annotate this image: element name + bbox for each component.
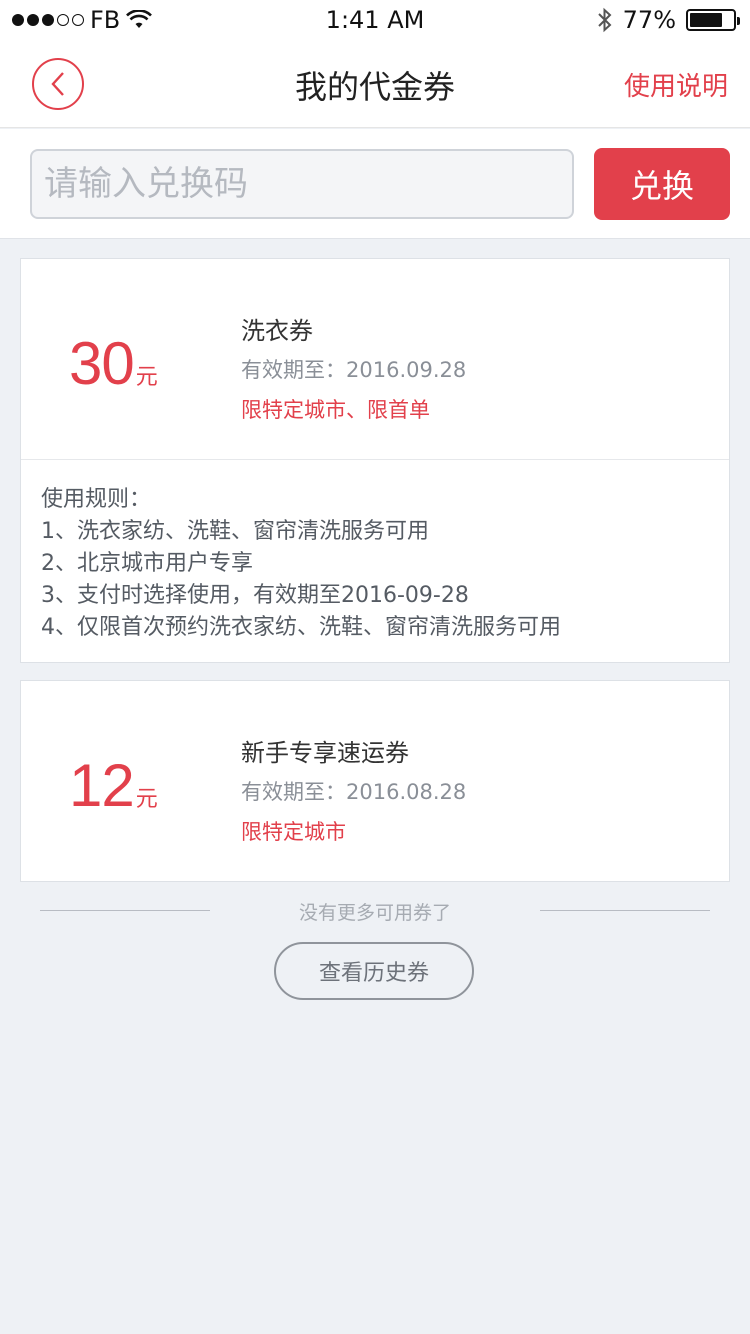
divider-right (540, 910, 710, 911)
coupon-rules: 使用规则： 1、洗衣家纺、洗鞋、窗帘清洗服务可用 2、北京城市用户专享 3、支付… (21, 459, 729, 662)
redeem-bar: 兑换 (0, 129, 750, 239)
coupon-amount: 30 元 (69, 329, 158, 398)
coupon-amount-value: 12 (69, 752, 135, 819)
coupon-info: 洗衣券 有效期至：2016.09.28 限特定城市、限首单 (241, 311, 466, 424)
battery-fill (690, 13, 723, 27)
coupon-card[interactable]: 30 元 洗衣券 有效期至：2016.09.28 限特定城市、限首单 使用规则：… (20, 258, 730, 663)
coupon-info: 新手专享速运券 有效期至：2016.08.28 限特定城市 (241, 733, 466, 846)
coupon-name: 新手专享速运券 (241, 739, 409, 767)
rule-item: 1、洗衣家纺、洗鞋、窗帘清洗服务可用 (41, 519, 429, 544)
coupon-restriction: 限特定城市 (241, 820, 346, 844)
no-more-coupons-text: 没有更多可用券了 (298, 902, 451, 924)
battery-percent: 77% (622, 6, 676, 34)
view-history-button[interactable]: 查看历史券 (274, 942, 474, 1000)
rules-title: 使用规则： (41, 487, 152, 512)
coupon-validity: 有效期至：2016.08.28 (241, 780, 467, 804)
coupon-card[interactable]: 12 元 新手专享速运券 有效期至：2016.08.28 限特定城市 (20, 680, 730, 882)
end-of-list: 没有更多可用券了 (40, 898, 710, 924)
coupon-amount-unit: 元 (135, 787, 158, 812)
redeem-button[interactable]: 兑换 (594, 148, 730, 220)
redeem-code-input[interactable] (30, 149, 574, 219)
coupon-amount-value: 30 (69, 330, 135, 397)
rule-item: 3、支付时选择使用，有效期至2016-09-28 (41, 583, 469, 608)
bluetooth-icon (597, 7, 612, 33)
status-bar: FB 1:41 AM 77% (0, 0, 750, 40)
coupon-name: 洗衣券 (241, 317, 313, 345)
rule-item: 2、北京城市用户专享 (41, 551, 253, 576)
coupon-restriction: 限特定城市、限首单 (241, 398, 430, 422)
status-right: 77% (597, 6, 740, 34)
coupon-amount-unit: 元 (135, 365, 158, 390)
usage-instructions-link[interactable]: 使用说明 (624, 66, 728, 103)
rule-item: 4、仅限首次预约洗衣家纺、洗鞋、窗帘清洗服务可用 (41, 615, 561, 640)
coupon-summary: 12 元 新手专享速运券 有效期至：2016.08.28 限特定城市 (21, 681, 729, 881)
nav-bar: 我的代金券 使用说明 (0, 40, 750, 128)
battery-icon (686, 9, 740, 31)
coupon-amount: 12 元 (69, 751, 158, 820)
coupon-summary: 30 元 洗衣券 有效期至：2016.09.28 限特定城市、限首单 (21, 259, 729, 459)
coupon-validity: 有效期至：2016.09.28 (241, 358, 467, 382)
